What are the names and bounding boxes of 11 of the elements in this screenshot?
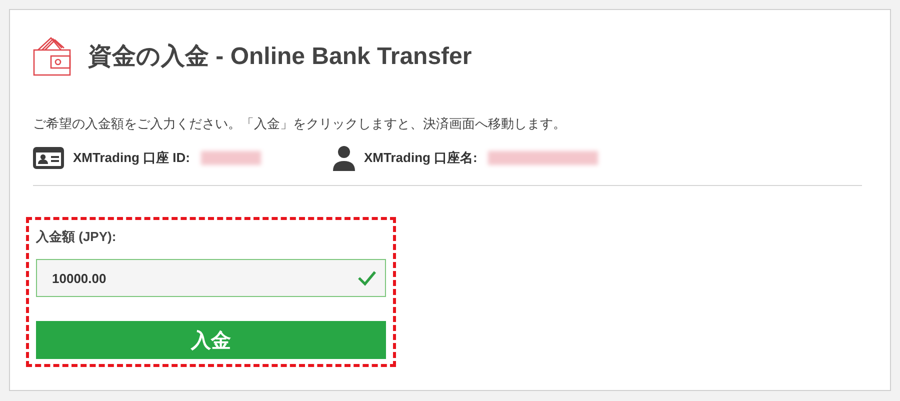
person-icon (333, 146, 355, 170)
id-card-icon (33, 147, 64, 169)
wallet-icon (33, 36, 71, 76)
account-label: XMTrading 口座名: (364, 149, 478, 167)
amount-label: 入金額 (JPY): (36, 228, 118, 246)
checkmark-icon (357, 270, 377, 286)
amount-field[interactable]: 10000.00 (36, 259, 386, 297)
instruction-text: ご希望の入金額をご入力ください。「入金」をクリックしますと、決済画面へ移動します。 (33, 115, 567, 133)
redacted-value (201, 151, 261, 165)
account-label: XMTrading 口座 ID: (73, 149, 190, 167)
page-title: 資金の入金 - Online Bank Transfer (88, 42, 472, 72)
